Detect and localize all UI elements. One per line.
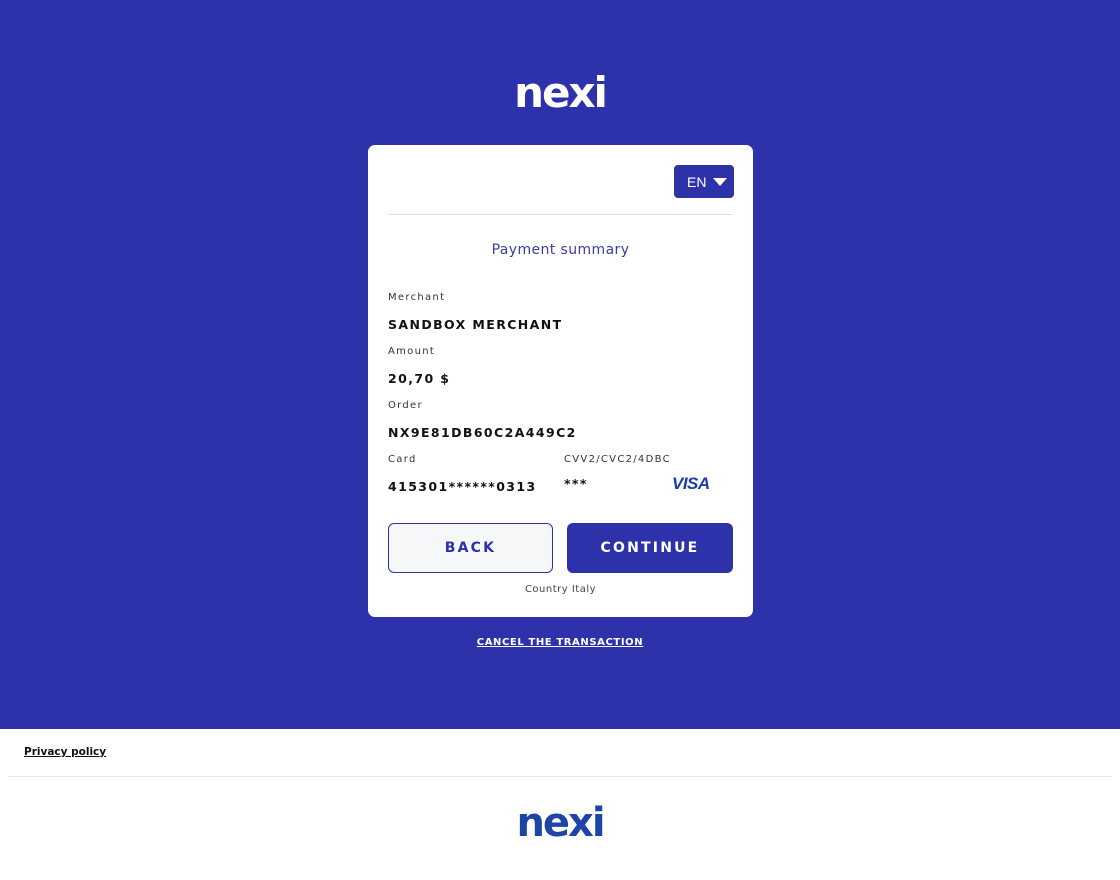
country-text: Country Italy xyxy=(524,584,597,595)
cancel-transaction-link[interactable]: CANCEL THE TRANSACTION xyxy=(0,637,1120,648)
language-select[interactable]: EN xyxy=(674,165,734,198)
visa-logo-icon: VISA xyxy=(672,474,710,493)
language-value: EN xyxy=(687,173,707,190)
amount-value: 20,70 $ xyxy=(388,371,451,386)
amount-label: Amount xyxy=(388,346,436,357)
nexi-logo: nexi xyxy=(514,68,608,117)
caret-down-icon xyxy=(713,177,728,186)
order-label: Order xyxy=(388,400,423,411)
continue-button[interactable]: CONTINUE xyxy=(567,523,733,573)
footer-divider xyxy=(8,776,1112,777)
hero-background: nexi EN Payment summary Merchant SANDBOX… xyxy=(0,0,1120,729)
back-button[interactable]: BACK xyxy=(388,523,553,573)
card-divider xyxy=(388,214,733,215)
cvv-label: CVV2/CVC2/4DBC xyxy=(564,454,671,465)
payment-card: EN Payment summary Merchant SANDBOX MERC… xyxy=(368,145,753,617)
order-value: NX9E81DB60C2A449C2 xyxy=(388,425,577,440)
merchant-label: Merchant xyxy=(388,292,446,303)
privacy-policy-link[interactable]: Privacy policy xyxy=(24,746,106,758)
merchant-value: SANDBOX MERCHANT xyxy=(388,317,563,332)
cvv-value: *** xyxy=(564,476,588,491)
nexi-footer-logo: nexi xyxy=(516,800,605,846)
card-value: 415301******0313 xyxy=(388,479,537,494)
payment-summary-title: Payment summary xyxy=(491,242,630,258)
card-label: Card xyxy=(388,454,417,465)
